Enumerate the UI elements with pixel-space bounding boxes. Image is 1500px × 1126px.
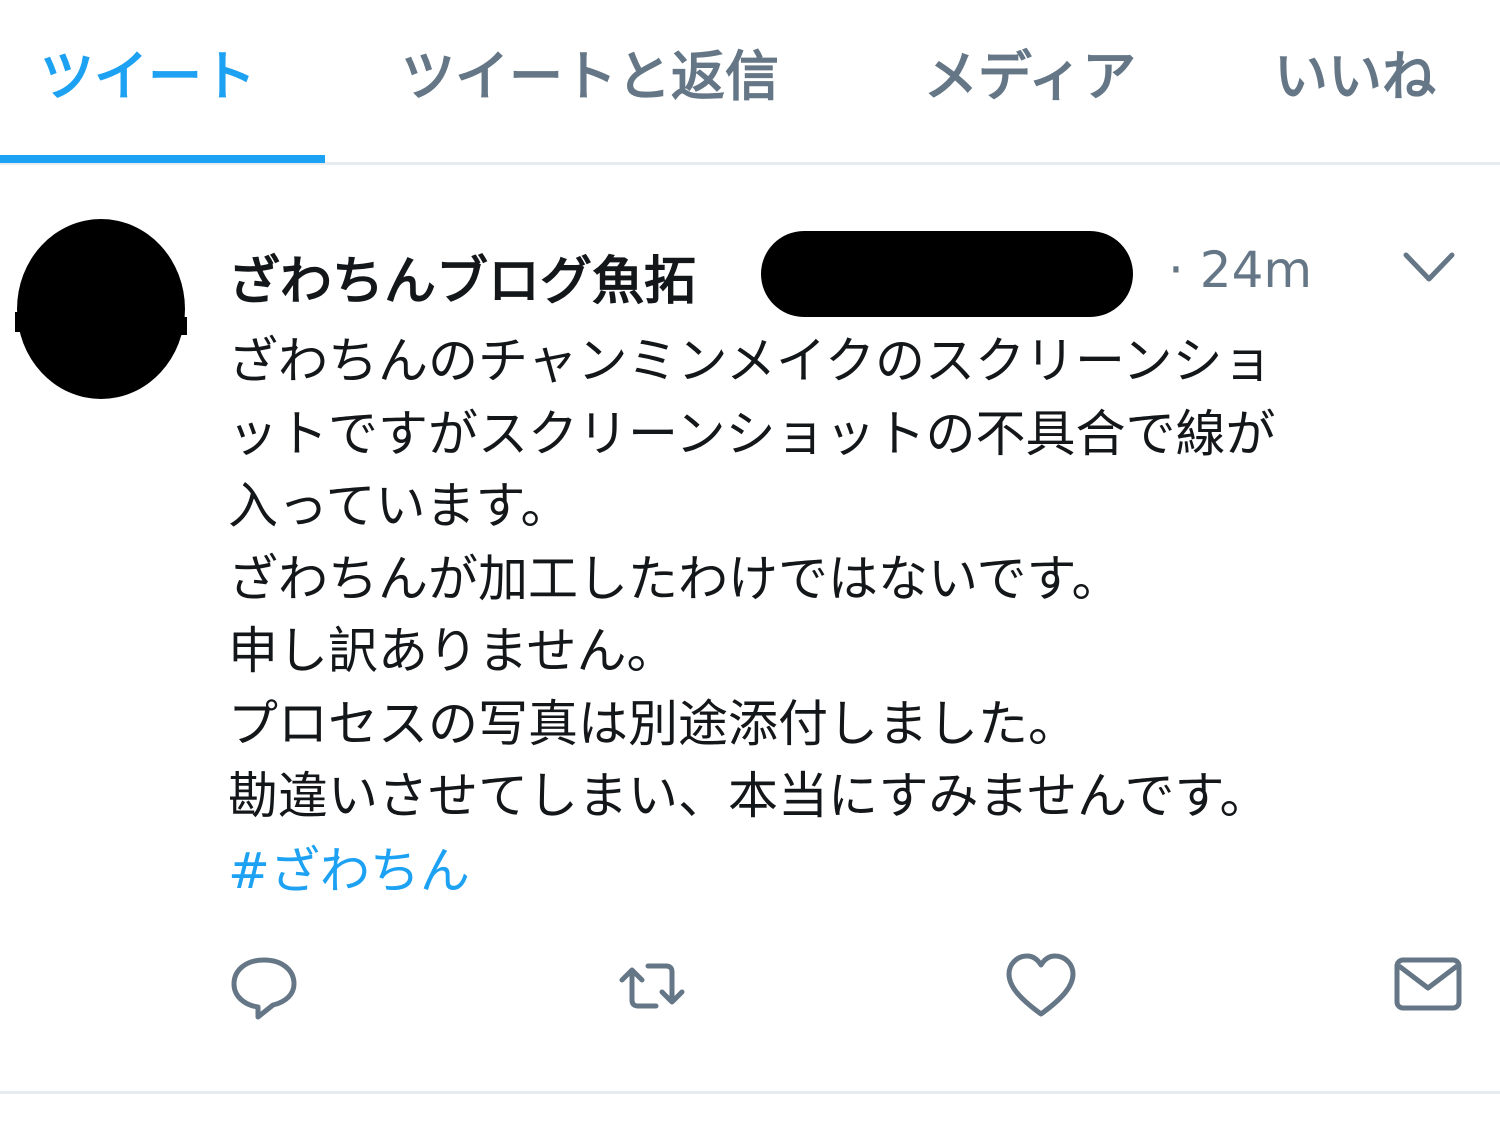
avatar-silhouette	[15, 219, 187, 399]
tweet[interactable]: ざわちんブログ魚拓 · 24m ざわちんのチャンミンメイクのスクリーンショ ットで…	[0, 165, 1500, 1091]
tab-media[interactable]: メディア	[890, 0, 1170, 162]
chevron-down-icon[interactable]	[1400, 239, 1458, 297]
tab-tweets-and-replies[interactable]: ツイートと返信	[370, 0, 810, 162]
tweet-text-line: ざわちんが加工したわけではないです。	[228, 549, 1122, 608]
tweet-divider	[0, 1091, 1500, 1094]
active-tab-indicator	[0, 155, 325, 163]
tweet-text-line: 申し訳ありません。	[228, 622, 677, 680]
heart-icon[interactable]	[1005, 950, 1077, 1022]
tweet-text-line: ットですがスクリーンショットの不具合で線が	[228, 404, 1276, 463]
reply-icon[interactable]	[228, 950, 300, 1022]
display-name[interactable]: ざわちんブログ魚拓	[228, 239, 696, 314]
tweet-text-line: プロセスの写真は別途添付しました。	[228, 694, 1078, 753]
profile-tabs: ツイート ツイートと返信 メディア いいね	[0, 0, 1500, 165]
envelope-icon[interactable]	[1392, 950, 1464, 1022]
hashtag-link[interactable]: #ざわちん	[228, 835, 470, 907]
tweet-text-line: ざわちんのチャンミンメイクのスクリーンショ	[228, 332, 1273, 390]
tab-tweets[interactable]: ツイート	[0, 0, 296, 162]
tweet-header: ざわちんブログ魚拓 · 24m	[228, 229, 1478, 317]
retweet-icon[interactable]	[616, 950, 688, 1022]
tab-likes[interactable]: いいね	[1250, 0, 1460, 162]
tweet-text-line: 勘違いさせてしまい、本当にすみませんです。	[228, 767, 1270, 825]
handle-redaction	[761, 231, 1133, 317]
tweet-text: ざわちんのチャンミンメイクのスクリーンショ ットですがスクリーンショットの不具合で…	[228, 325, 1448, 833]
tweet-timestamp[interactable]: · 24m	[1168, 241, 1312, 299]
tweet-text-line: 入っています。	[228, 477, 571, 535]
avatar[interactable]	[15, 217, 187, 401]
